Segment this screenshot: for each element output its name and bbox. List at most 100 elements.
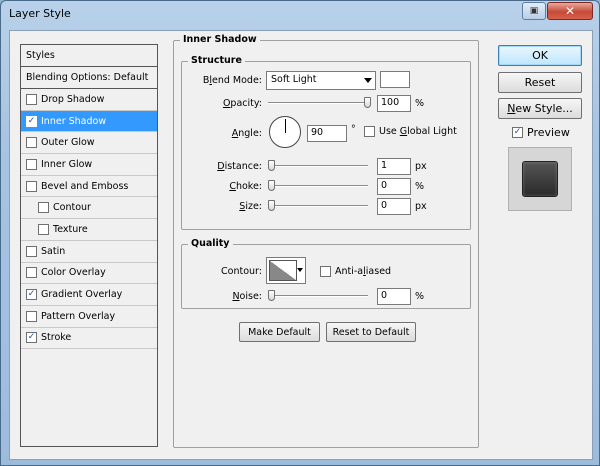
style-item-contour[interactable]: Contour — [21, 197, 157, 220]
size-label: Size: — [239, 201, 262, 212]
style-item-label: Inner Glow — [41, 158, 93, 170]
opacity-slider-thumb[interactable] — [364, 97, 371, 108]
checkbox-checked-icon[interactable]: ✓ — [26, 115, 37, 127]
checkbox-icon — [320, 266, 331, 277]
style-item-gradient-overlay[interactable]: ✓ Gradient Overlay — [21, 284, 157, 306]
contour-picker[interactable] — [266, 257, 306, 284]
checkbox-checked-icon[interactable]: ✓ — [26, 332, 37, 344]
checkbox-icon[interactable] — [26, 245, 37, 257]
reset-to-default-button[interactable]: Reset to Default — [326, 322, 416, 342]
checkbox-icon[interactable] — [26, 310, 37, 322]
noise-label: Noise: — [232, 291, 262, 302]
dialog-client: Styles Blending Options: Default Drop Sh… — [9, 30, 593, 460]
distance-unit: px — [415, 161, 427, 172]
distance-slider-track[interactable] — [268, 165, 368, 167]
style-item-label: Inner Shadow — [41, 115, 107, 127]
shadow-color-swatch[interactable] — [380, 71, 410, 88]
style-item-label: Gradient Overlay — [41, 289, 123, 301]
contour-curve-icon — [269, 260, 297, 281]
ok-button[interactable]: OK — [498, 45, 582, 66]
preview-swatch — [522, 161, 558, 197]
blend-mode-select[interactable]: Soft Light — [266, 71, 376, 90]
angle-unit: ° — [351, 124, 356, 135]
size-slider-track[interactable] — [268, 205, 368, 207]
close-icon: ✕ — [564, 4, 576, 18]
style-item-label: Outer Glow — [41, 137, 95, 149]
style-item-stroke[interactable]: ✓ Stroke — [21, 328, 157, 350]
size-unit: px — [415, 201, 427, 212]
restore-button[interactable]: ▣ — [522, 2, 546, 20]
style-item-label: Stroke — [41, 332, 72, 344]
choke-unit: % — [415, 181, 425, 192]
style-item-satin[interactable]: Satin — [21, 241, 157, 263]
checkbox-icon[interactable] — [26, 267, 37, 279]
style-item-texture[interactable]: Texture — [21, 219, 157, 241]
angle-input[interactable]: 90 — [307, 125, 347, 142]
choke-input[interactable]: 0 — [377, 178, 411, 195]
style-item-label: Contour — [53, 202, 91, 214]
quality-group: Quality Contour: Anti-aliased Noise: 0 % — [181, 238, 471, 309]
noise-slider-thumb[interactable] — [268, 290, 275, 301]
dialog-window: Layer Style ▣ ✕ Styles Blending Options:… — [0, 0, 600, 466]
structure-group: Structure Blend Mode: Soft Light Opacity… — [181, 55, 471, 230]
styles-list: Styles Blending Options: Default Drop Sh… — [20, 44, 158, 447]
size-input[interactable]: 0 — [377, 198, 411, 215]
checkbox-icon[interactable] — [26, 180, 37, 192]
style-item-outer-glow[interactable]: Outer Glow — [21, 132, 157, 155]
style-item-bevel-and-emboss[interactable]: Bevel and Emboss — [21, 176, 157, 198]
inner-shadow-panel: Inner Shadow Structure Blend Mode: Soft … — [173, 34, 479, 448]
noise-input[interactable]: 0 — [377, 288, 411, 305]
checkbox-icon[interactable] — [38, 223, 49, 235]
checkbox-checked-icon[interactable]: ✓ — [26, 289, 37, 301]
style-item-pattern-overlay[interactable]: Pattern Overlay — [21, 306, 157, 328]
close-button[interactable]: ✕ — [547, 2, 593, 20]
choke-label: Choke: — [229, 181, 262, 192]
checkbox-icon[interactable] — [26, 158, 37, 170]
reset-button[interactable]: Reset — [498, 72, 582, 93]
preview-checkbox[interactable]: ✓ Preview — [512, 126, 570, 139]
size-slider-thumb[interactable] — [268, 200, 275, 211]
opacity-input[interactable]: 100 — [377, 95, 411, 112]
noise-unit: % — [415, 291, 425, 302]
blending-options-item[interactable]: Blending Options: Default — [21, 67, 157, 89]
new-style-button[interactable]: New Style... — [498, 98, 582, 119]
choke-slider-track[interactable] — [268, 185, 368, 187]
style-item-color-overlay[interactable]: Color Overlay — [21, 263, 157, 285]
distance-input[interactable]: 1 — [377, 158, 411, 175]
angle-label: Angle: — [231, 128, 262, 139]
blend-mode-label: Blend Mode: — [202, 75, 262, 86]
angle-dial[interactable] — [269, 116, 301, 148]
style-item-label: Bevel and Emboss — [41, 180, 129, 192]
opacity-label: Opacity: — [222, 98, 262, 109]
restore-icon: ▣ — [529, 6, 539, 16]
style-item-label: Drop Shadow — [41, 93, 105, 105]
global-light-label: Use Global Light — [379, 126, 457, 137]
style-preview — [508, 147, 572, 211]
anti-aliased-checkbox[interactable]: Anti-aliased — [320, 266, 391, 277]
style-item-inner-shadow[interactable]: ✓ Inner Shadow — [21, 110, 157, 133]
distance-label: Distance: — [217, 161, 262, 172]
style-item-inner-glow[interactable]: Inner Glow — [21, 154, 157, 176]
checkbox-icon — [364, 126, 375, 137]
quality-title: Quality — [188, 238, 233, 249]
contour-label: Contour: — [221, 266, 262, 277]
choke-slider-thumb[interactable] — [268, 180, 275, 191]
checkbox-icon[interactable] — [26, 93, 37, 105]
checkbox-icon: ✓ — [512, 127, 523, 138]
style-item-drop-shadow[interactable]: Drop Shadow — [21, 89, 157, 111]
make-default-button[interactable]: Make Default — [239, 322, 320, 342]
noise-slider-track[interactable] — [268, 295, 368, 297]
checkbox-icon[interactable] — [38, 202, 49, 214]
opacity-unit: % — [415, 98, 425, 109]
distance-slider-thumb[interactable] — [268, 160, 276, 171]
opacity-slider-track[interactable] — [268, 102, 368, 104]
style-item-label: Texture — [53, 223, 88, 235]
chevron-down-icon — [364, 78, 372, 83]
checkbox-icon[interactable] — [26, 137, 37, 149]
chevron-down-icon — [297, 268, 303, 272]
window-title: Layer Style — [9, 7, 71, 20]
styles-header[interactable]: Styles — [21, 45, 157, 67]
global-light-checkbox[interactable]: Use Global Light — [364, 126, 457, 137]
style-item-label: Color Overlay — [41, 267, 106, 279]
style-item-label: Satin — [41, 245, 66, 257]
